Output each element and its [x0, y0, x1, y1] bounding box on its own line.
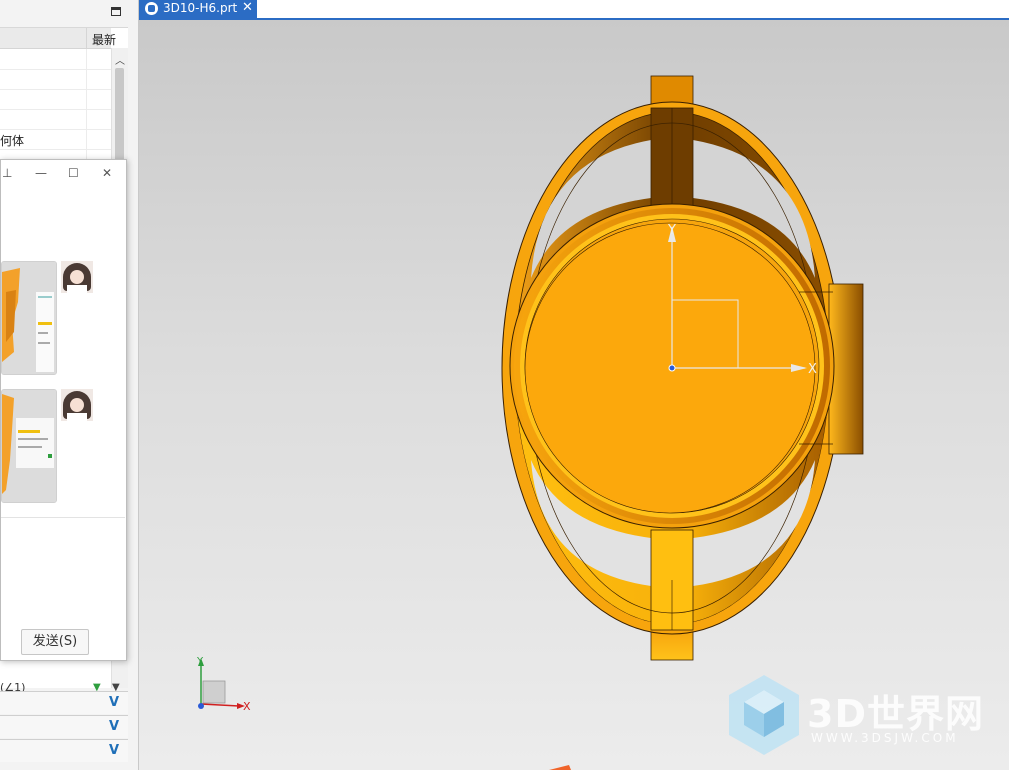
x-axis-label: X [808, 362, 817, 377]
screenshot-thumbnail[interactable] [1, 261, 57, 375]
tree-row[interactable]: 何体 [0, 129, 111, 150]
document-tabbar: 3D10-H6.prt ✕ [139, 0, 1009, 20]
divider [1, 517, 125, 518]
tree-row[interactable] [0, 109, 111, 130]
tree-row-label: 何体 [0, 134, 25, 148]
tab-label: 3D10-H6.prt [163, 1, 238, 15]
model-view: Y X Y X [196, 75, 864, 770]
watermark-url: WWW.3DSJW.COM [811, 731, 959, 745]
partial-shape [549, 765, 571, 770]
scroll-up-icon[interactable]: ︿ [115, 52, 125, 67]
tree-column-header: 最新 [0, 28, 116, 49]
minimize-icon[interactable]: — [35, 166, 47, 180]
maximize-icon[interactable] [111, 7, 121, 16]
collapsed-section[interactable]: V [0, 691, 128, 714]
maximize-icon[interactable]: ☐ [68, 166, 79, 180]
chevron-down-icon[interactable]: V [109, 695, 119, 710]
triad-x-axis [200, 703, 240, 707]
send-button[interactable]: 发送(S) [21, 629, 89, 655]
part-file-icon [145, 2, 158, 15]
column-header-latest[interactable]: 最新 [92, 31, 116, 48]
screenshot-thumbnail[interactable] [1, 389, 57, 503]
triad-y-label: Y [196, 656, 204, 667]
y-axis-label: Y [667, 223, 676, 238]
tree-row[interactable] [0, 69, 111, 90]
chat-window: ⊥ — ☐ ✕ 发送(S) [0, 159, 127, 661]
close-tab-icon[interactable]: ✕ [242, 0, 253, 15]
3d-viewport[interactable]: Y X Y X 3D世界网 WWW.3DSJW.COM [139, 20, 1009, 770]
thumbnail-image [2, 262, 56, 374]
chevron-down-icon[interactable]: V [109, 743, 119, 758]
part-navigator-panel: 最新 何体 ︿ (∠1) ▼ ▼ › V V V ⊥ — ☐ ✕ [0, 0, 139, 770]
thumbnail-image [2, 390, 56, 502]
collapsed-section[interactable]: V [0, 715, 128, 738]
avatar[interactable] [61, 389, 93, 421]
collapsed-section[interactable]: V [0, 739, 128, 762]
close-icon[interactable]: ✕ [102, 166, 112, 180]
watermark-logo-icon [729, 675, 799, 755]
pin-icon[interactable]: ⊥ [2, 166, 12, 180]
watermark-text: 3D世界网 [807, 692, 984, 736]
avatar[interactable] [61, 261, 93, 293]
triad-cube[interactable] [202, 680, 226, 704]
tree-row[interactable] [0, 89, 111, 110]
triad-x-label: X [243, 700, 251, 713]
origin-point[interactable] [668, 364, 676, 372]
chevron-down-icon[interactable]: V [109, 719, 119, 734]
tree-row[interactable] [0, 49, 111, 70]
panel-titlebar [0, 0, 138, 26]
tab-3d10-h6[interactable]: 3D10-H6.prt ✕ [139, 0, 257, 18]
